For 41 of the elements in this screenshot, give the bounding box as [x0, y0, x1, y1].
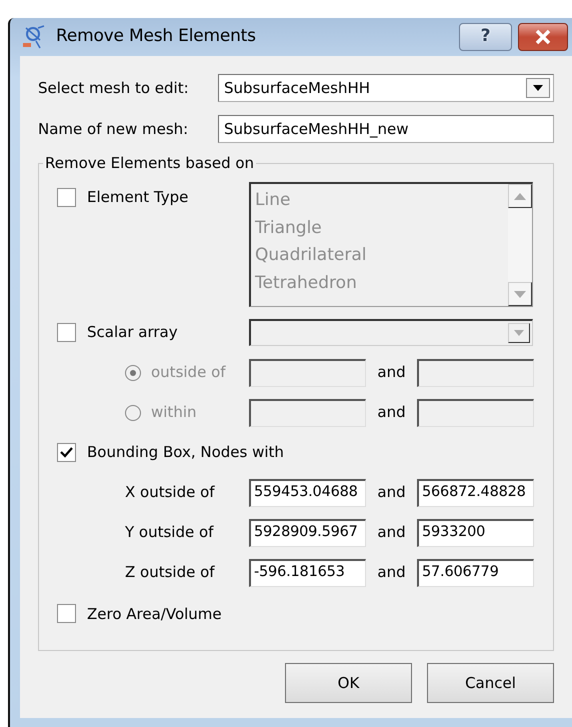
range-field[interactable] — [249, 398, 366, 426]
and-label: and — [376, 482, 407, 504]
up-arrow-icon — [514, 192, 526, 200]
axis-label: Y outside of — [125, 522, 214, 544]
and-label: and — [376, 402, 407, 424]
mesh-dropdown[interactable]: SubsurfaceMeshHH — [218, 74, 554, 102]
checkbox-label: Bounding Box, Nodes with — [87, 442, 284, 463]
max-field[interactable]: 566872.48828 — [417, 478, 534, 506]
max-field[interactable]: 57.606779 — [417, 558, 534, 586]
window-title: Remove Mesh Elements — [56, 25, 256, 48]
field-label: Name of new mesh: — [38, 118, 190, 140]
and-label: and — [376, 562, 407, 584]
down-arrow-icon — [514, 290, 526, 298]
axis-label: X outside of — [125, 482, 215, 504]
cancel-button[interactable]: Cancel — [427, 663, 554, 703]
check-icon — [60, 446, 73, 458]
range-field[interactable] — [417, 398, 534, 426]
radio-label: outside of — [151, 362, 226, 384]
close-button[interactable] — [518, 23, 568, 51]
and-label: and — [376, 522, 407, 544]
name-field[interactable]: SubsurfaceMeshHH_new — [218, 115, 554, 143]
min-field[interactable]: 5928909.5967 — [249, 518, 366, 546]
checkbox-label: Element Type — [87, 187, 188, 208]
checkbox-label: Zero Area/Volume — [87, 604, 222, 624]
checkbox[interactable] — [57, 442, 76, 462]
max-field[interactable]: 5933200 — [417, 518, 534, 546]
close-icon — [534, 29, 552, 45]
field-label: Select mesh to edit: — [38, 78, 190, 99]
caret-icon — [514, 330, 524, 336]
range-field[interactable] — [249, 358, 366, 386]
checkbox-label: Scalar array — [87, 322, 178, 344]
caret-icon — [533, 85, 543, 91]
min-field[interactable]: 559453.04688 — [249, 478, 366, 506]
range-field[interactable] — [417, 358, 534, 386]
help-button[interactable]: ? — [459, 23, 512, 51]
ok-button[interactable]: OK — [285, 663, 412, 703]
radio-label: within — [151, 402, 196, 424]
and-label: and — [376, 362, 407, 384]
checkbox[interactable] — [57, 604, 76, 624]
axis-label: Z outside of — [125, 562, 215, 584]
min-field[interactable]: -596.181653 — [249, 558, 366, 586]
